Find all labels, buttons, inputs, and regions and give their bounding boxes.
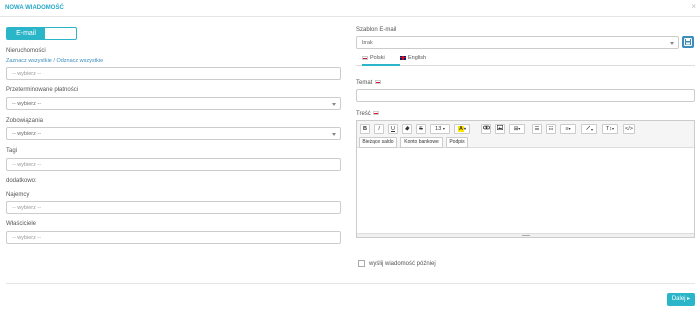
wlasciciele-label: Właściciele — [6, 221, 37, 227]
placeholder-current-balance-button[interactable]: Bieżące saldo — [359, 137, 397, 148]
tagi-input[interactable] — [7, 159, 340, 170]
body-label: Treść — [356, 111, 381, 117]
bold-button[interactable]: B — [360, 124, 370, 134]
placeholder-signature-button[interactable]: Podpis — [446, 137, 468, 148]
numbered-list-icon: ☷ — [548, 126, 554, 132]
przeterminowane-value: -- wybierz -- — [12, 101, 42, 107]
link-button[interactable] — [481, 124, 491, 134]
numbered-list-button[interactable]: ☷ — [546, 124, 556, 134]
template-select[interactable]: brak — [356, 36, 679, 49]
toggle-email-option[interactable]: E-mail — [7, 28, 45, 39]
code-view-button[interactable]: </> — [623, 124, 635, 134]
body-label-text: Treść — [356, 111, 371, 117]
deselect-all-link[interactable]: Odznacz wszystkie — [56, 58, 103, 64]
placeholder-bank-account-button[interactable]: Konto bankowe — [400, 137, 443, 148]
style-dropdown[interactable]: ▾ — [581, 124, 597, 134]
next-button[interactable]: Dalej ▸ — [667, 293, 695, 306]
nieruchomosci-input[interactable] — [7, 68, 340, 79]
chevron-down-icon: ▾ — [568, 126, 571, 131]
subject-label: Temat — [356, 80, 383, 86]
template-label: Szablon E-mail — [356, 27, 397, 33]
chevron-down-icon — [332, 103, 336, 106]
line-height-dropdown[interactable]: T↕▾ — [602, 124, 618, 134]
select-links: Zaznacz wszystkie / Odznacz wszystkie — [6, 58, 103, 64]
close-icon[interactable]: × — [691, 3, 696, 11]
save-template-button[interactable] — [682, 36, 694, 48]
table-button[interactable]: ⊞▾ — [509, 124, 525, 134]
wlasciciele-field[interactable] — [6, 231, 341, 244]
bullet-list-button[interactable]: ☰ — [532, 124, 542, 134]
poland-flag-icon — [373, 111, 380, 116]
uk-flag-icon — [400, 55, 406, 60]
chevron-down-icon: ▾ — [590, 127, 593, 132]
chevron-down-icon: ▾ — [612, 126, 615, 131]
image-icon — [497, 125, 504, 131]
select-all-link[interactable]: Zaznacz wszystkie — [6, 58, 52, 64]
subject-field[interactable] — [356, 89, 695, 102]
channel-toggle[interactable]: E-mail — [6, 27, 77, 40]
najemcy-input[interactable] — [7, 202, 340, 213]
tab-polski[interactable]: Polski — [362, 53, 400, 66]
nieruchomosci-field[interactable] — [6, 67, 341, 80]
tab-polski-label: Polski — [370, 55, 385, 61]
przeterminowane-select[interactable]: -- wybierz -- — [6, 97, 341, 110]
wlasciciele-input[interactable] — [7, 232, 340, 243]
subject-input[interactable] — [357, 90, 694, 101]
chevron-down-icon: ▾ — [442, 126, 445, 131]
eraser-button[interactable] — [402, 124, 412, 134]
template-value: brak — [362, 40, 373, 46]
chevron-down-icon — [332, 133, 336, 136]
align-dropdown[interactable]: ≡▾ — [560, 124, 576, 134]
tab-english[interactable]: English — [400, 53, 440, 66]
resize-grip-icon — [522, 235, 530, 236]
font-size-value: 13 — [435, 126, 442, 132]
strikethrough-button[interactable]: S — [416, 124, 426, 134]
zobowiazania-value: -- wybierz -- — [12, 131, 42, 137]
italic-button[interactable]: I — [374, 124, 384, 134]
image-button[interactable] — [495, 124, 505, 134]
nieruchomosci-label: Nieruchomości — [6, 48, 46, 54]
floppy-disk-icon — [684, 38, 692, 46]
najemcy-field[interactable] — [6, 201, 341, 214]
send-later-checkbox[interactable] — [358, 260, 365, 267]
tab-english-label: English — [408, 55, 427, 61]
przeterminowane-label: Przeterminowane płatności — [6, 87, 79, 93]
poland-flag-icon — [375, 80, 382, 85]
bullet-list-icon: ☰ — [534, 126, 540, 132]
zobowiazania-select[interactable]: -- wybierz -- — [6, 127, 341, 140]
subject-label-text: Temat — [356, 80, 373, 86]
editor-resize-bar[interactable] — [357, 233, 694, 237]
tagi-field[interactable] — [6, 158, 341, 171]
dodatkowo-label: dodatkowo: — [6, 178, 37, 184]
chevron-down-icon: ▾ — [518, 126, 521, 131]
chevron-down-icon — [670, 42, 674, 45]
modal-title: NOWA WIADOMOŚĆ — [5, 5, 64, 11]
footer-divider — [6, 283, 695, 284]
send-later-label: wyślij wiadomość później — [369, 261, 436, 267]
language-tabs: Polski English — [356, 52, 695, 66]
font-size-dropdown[interactable]: 13 ▾ — [430, 124, 450, 134]
najemcy-label: Najemcy — [6, 192, 30, 198]
underline-button[interactable]: U — [388, 124, 398, 134]
eraser-icon — [405, 126, 410, 131]
link-icon — [482, 125, 490, 130]
zobowiazania-label: Zobowiązania — [6, 118, 44, 124]
font-color-button[interactable]: A▾ — [454, 124, 470, 134]
poland-flag-icon — [362, 55, 368, 60]
tagi-label: Tagi — [6, 148, 18, 154]
modal-header: NOWA WIADOMOŚĆ × — [0, 0, 700, 17]
chevron-down-icon: ▾ — [463, 126, 466, 131]
